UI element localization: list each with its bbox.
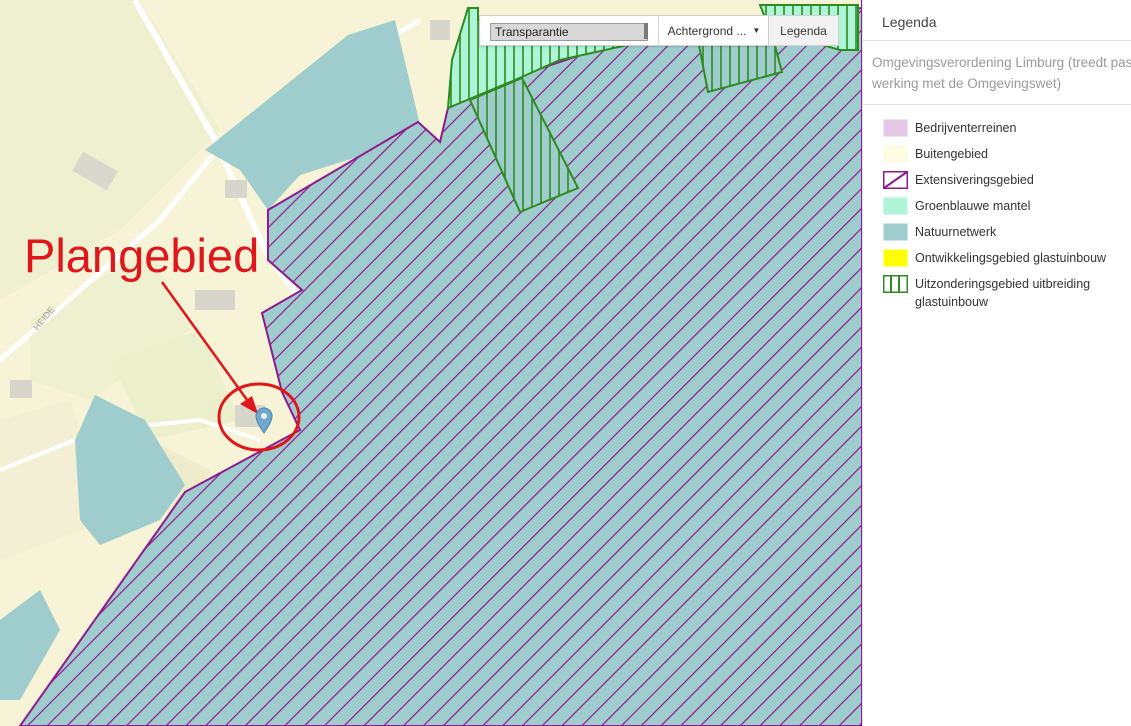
background-dropdown[interactable]: Achtergrond ... ▼ xyxy=(659,16,770,45)
map-toolbar: Transparantie Achtergrond ... ▼ xyxy=(479,15,771,46)
building xyxy=(430,20,450,40)
legend-item: Extensiveringsgebied xyxy=(863,171,1131,189)
legend-swatch xyxy=(883,145,908,163)
legend-swatch xyxy=(883,223,908,241)
legend-swatch xyxy=(883,171,908,189)
map-canvas[interactable]: HEIDE Plangebied Transparantie Achtergro… xyxy=(0,0,862,726)
legend-label: Bedrijventerreinen xyxy=(915,121,1017,135)
legend-label: Natuurnetwerk xyxy=(915,225,997,239)
map-layers: HEIDE xyxy=(0,0,862,726)
caret-down-icon: ▼ xyxy=(752,26,761,35)
legend-item: Bedrijventerreinen xyxy=(863,119,1131,137)
slider-handle[interactable] xyxy=(644,23,648,39)
transparency-slider[interactable]: Transparantie xyxy=(490,23,648,41)
layer-title: Omgevingsverordening Limburg (treedt pas… xyxy=(863,41,1131,105)
legend-item: Natuurnetwerk xyxy=(863,223,1131,241)
legend-item: Ontwikkelingsgebied glastuinbouw xyxy=(863,249,1131,267)
legend-swatch xyxy=(883,197,908,215)
legend-swatch xyxy=(883,249,908,267)
legend-item: Buitengebied xyxy=(863,145,1131,163)
building xyxy=(10,380,32,398)
legend-item: Uitzonderingsgebied uitbreiding glastuin… xyxy=(863,275,1131,311)
legend-label: Uitzonderingsgebied uitbreiding glastuin… xyxy=(915,277,1091,309)
transparency-label: Transparantie xyxy=(495,25,569,39)
legend-swatch xyxy=(883,119,908,137)
legend-button[interactable]: Legenda xyxy=(768,15,839,46)
legend-panel: Legenda Omgevingsverordening Limburg (tr… xyxy=(862,0,1131,726)
background-dropdown-label: Achtergrond ... xyxy=(667,23,747,38)
transparency-control: Transparantie xyxy=(480,16,659,45)
legend-label: Buitengebied xyxy=(915,147,988,161)
building xyxy=(225,180,247,198)
legend-label: Groenblauwe mantel xyxy=(915,199,1031,213)
legend-list: Bedrijventerreinen Buitengebied Extensiver… xyxy=(863,105,1131,311)
legend-panel-header: Legenda xyxy=(863,0,1131,41)
legend-label: Extensiveringsgebied xyxy=(915,173,1034,187)
legend-item: Groenblauwe mantel xyxy=(863,197,1131,215)
plangebied-annotation: Plangebied xyxy=(24,229,260,282)
legend-label: Ontwikkelingsgebied glastuinbouw xyxy=(915,251,1107,265)
building xyxy=(195,290,235,310)
legend-swatch xyxy=(883,275,908,293)
